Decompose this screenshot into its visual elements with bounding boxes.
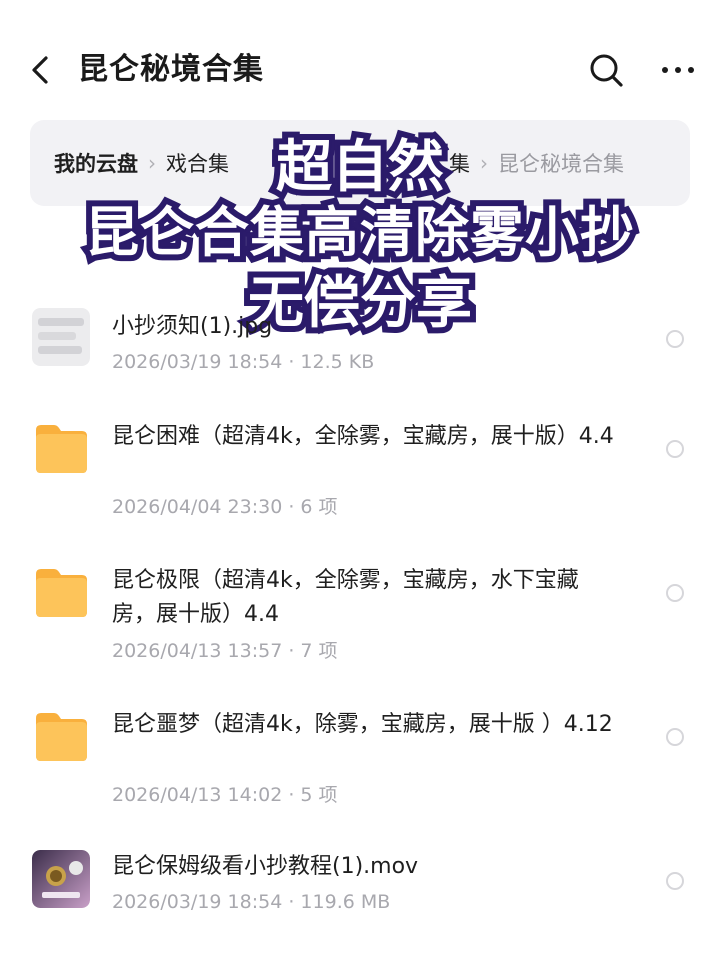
breadcrumb-item-current[interactable]: 昆仑秘境合集 <box>498 148 624 178</box>
list-item[interactable]: 昆仑极限（超清4k，全除雾，宝藏房，水下宝藏房，展十版）4.4 2026/04/… <box>0 560 720 680</box>
select-radio[interactable] <box>666 872 684 890</box>
breadcrumb-item-my-drive[interactable]: 我的云盘 <box>54 148 138 178</box>
list-item[interactable]: 昆仑保姆级看小抄教程(1).mov 2026/03/19 18:54 · 119… <box>0 848 720 938</box>
breadcrumb-item-collection[interactable]: 集 <box>449 148 470 178</box>
search-icon[interactable] <box>586 50 626 90</box>
list-item[interactable]: 昆仑噩梦（超清4k，除雾，宝藏房，展十版 ）4.12 2026/04/13 14… <box>0 704 720 824</box>
folder-meta: 2026/04/13 14:02 · 5 项 <box>112 784 338 806</box>
file-meta: 2026/03/19 18:54 · 12.5 KB <box>112 351 375 373</box>
file-name: 小抄须知(1).jpg <box>112 314 273 339</box>
breadcrumb: 我的云盘 › 戏合集 集 › 昆仑秘境合集 <box>30 120 690 206</box>
folder-icon <box>36 425 87 473</box>
video-thumbnail-icon <box>32 850 90 908</box>
chevron-left-icon[interactable] <box>26 50 54 90</box>
select-radio[interactable] <box>666 728 684 746</box>
select-radio[interactable] <box>666 440 684 458</box>
folder-name: 昆仑噩梦（超清4k，除雾，宝藏房，展十版 ）4.12 <box>112 712 613 737</box>
folder-meta: 2026/04/13 13:57 · 7 项 <box>112 640 338 662</box>
folder-name: 昆仑困难（超清4k，全除雾，宝藏房，展十版）4.4 <box>112 424 614 449</box>
file-meta: 2026/03/19 18:54 · 119.6 MB <box>112 891 391 913</box>
image-thumbnail-icon <box>32 308 90 366</box>
top-bar: 昆仑秘境合集 <box>0 30 720 110</box>
breadcrumb-separator-icon: › <box>148 151 156 175</box>
select-radio[interactable] <box>666 330 684 348</box>
page-title: 昆仑秘境合集 <box>78 52 264 87</box>
select-radio[interactable] <box>666 584 684 602</box>
folder-meta: 2026/04/04 23:30 · 6 项 <box>112 496 338 518</box>
breadcrumb-separator-icon: › <box>480 151 488 175</box>
file-name: 昆仑保姆级看小抄教程(1).mov <box>112 854 419 879</box>
folder-icon <box>36 713 87 761</box>
list-item[interactable]: 小抄须知(1).jpg 2026/03/19 18:54 · 12.5 KB <box>0 300 720 400</box>
more-horizontal-icon[interactable] <box>660 60 696 80</box>
breadcrumb-item-game-collection[interactable]: 戏合集 <box>166 148 229 178</box>
list-item[interactable]: 昆仑困难（超清4k，全除雾，宝藏房，展十版）4.4 2026/04/04 23:… <box>0 416 720 536</box>
cloud-drive-folder-page: 昆仑秘境合集 我的云盘 › 戏合集 集 › 昆仑秘境合集 超自然 昆仑合集高清除… <box>0 0 720 960</box>
folder-name: 昆仑极限（超清4k，全除雾，宝藏房，水下宝藏房，展十版）4.4 <box>112 568 579 627</box>
folder-icon <box>36 569 87 617</box>
